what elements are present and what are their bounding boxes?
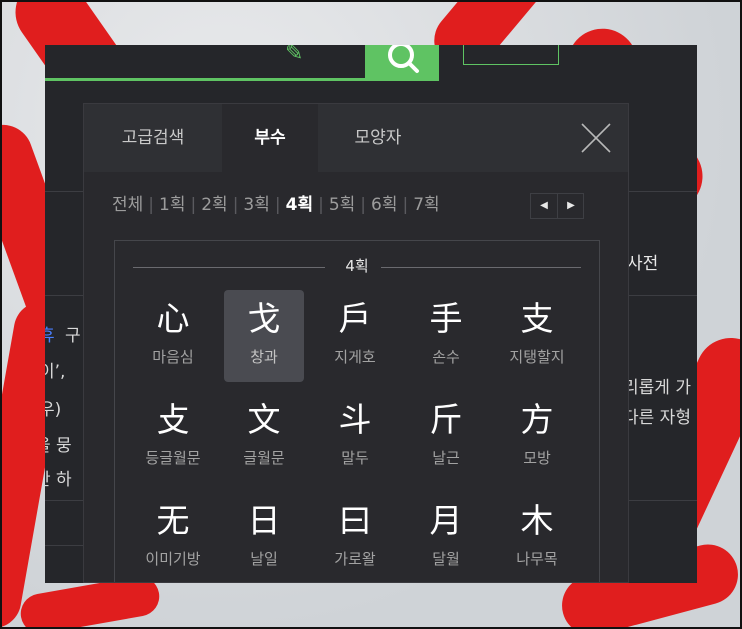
radical-cell[interactable]: 文 글월문 — [224, 391, 304, 483]
radical-name: 지게호 — [334, 348, 376, 366]
radical-character: 文 — [247, 400, 281, 439]
dictionary-label: 사전 — [627, 254, 659, 274]
radical-name: 나무목 — [516, 550, 558, 568]
radical-name: 손수 — [432, 348, 460, 366]
stroke-filter-4[interactable]: 4획 — [286, 195, 313, 215]
section-divider — [381, 267, 581, 268]
radical-cell[interactable]: 月 달월 — [406, 492, 486, 582]
radical-search-popup: 고급검색 부수 모양자 전체 | 1획 | 2획 | 3획 | 4획 | 5획 | 6획 | 7획 ◀ ▶ … — [83, 103, 629, 583]
section-label: 4획 — [345, 257, 369, 275]
radical-name: 말두 — [341, 449, 369, 467]
bg-text-fragment: 리롭게 가 — [623, 378, 691, 398]
radical-name: 글월문 — [243, 449, 285, 467]
radical-name: 마음심 — [152, 348, 194, 366]
radical-cell[interactable]: 支 지탱할지 — [497, 290, 577, 382]
radical-character: 木 — [520, 501, 554, 540]
radical-character: 攴 — [156, 400, 190, 439]
radical-cell[interactable]: 戶 지게호 — [315, 290, 395, 382]
bg-text-fragment: 휴 — [45, 326, 55, 346]
radical-name: 창과 — [250, 348, 278, 366]
radical-character: 戈 — [247, 299, 281, 338]
radical-character: 曰 — [338, 501, 372, 540]
radical-character: 无 — [156, 501, 190, 540]
stroke-filter-2[interactable]: 2획 — [201, 195, 227, 215]
stroke-pager: ◀ ▶ — [530, 193, 584, 219]
stroke-filter-1[interactable]: 1획 — [159, 195, 185, 215]
radical-name: 날근 — [432, 449, 460, 467]
bg-text-fragment: 우) — [45, 400, 62, 420]
stroke-filter-3[interactable]: 3획 — [243, 195, 269, 215]
stroke-filter-7[interactable]: 7획 — [413, 195, 439, 215]
radical-character: 方 — [520, 400, 554, 439]
radical-cell[interactable]: 方 모방 — [497, 391, 577, 483]
radical-cell[interactable]: 斤 날근 — [406, 391, 486, 483]
radical-character: 斗 — [338, 400, 372, 439]
radical-cell[interactable]: 心 마음심 — [133, 290, 213, 382]
stroke-filter-6[interactable]: 6획 — [371, 195, 397, 215]
radical-cell[interactable]: 攴 등글월문 — [133, 391, 213, 483]
radical-cell[interactable]: 木 나무목 — [497, 492, 577, 582]
radical-cell[interactable]: 曰 가로왈 — [315, 492, 395, 582]
radical-cell[interactable]: 日 날일 — [224, 492, 304, 582]
radical-grid: 4획 心 마음심 戈 창과 戶 지게호 手 손수 支 지탱할지 攴 등글월문 文 글월문 斗 말두 斤 날근 方 모방… — [114, 240, 600, 582]
radical-name: 이미기방 — [145, 550, 201, 568]
stroke-filter-all[interactable]: 전체 — [112, 195, 143, 215]
bg-text-fragment: 이’, — [45, 362, 66, 382]
stroke-count-filter: 전체 | 1획 | 2획 | 3획 | 4획 | 5획 | 6획 | 7획 — [112, 195, 440, 215]
bg-text-fragment: 다른 자형 — [623, 408, 691, 428]
popup-tabs: 고급검색 부수 모양자 — [84, 104, 628, 172]
radical-cell[interactable]: 戈 창과 — [224, 290, 304, 382]
search-button[interactable] — [365, 45, 439, 81]
tab-radical[interactable]: 부수 — [222, 104, 318, 172]
radical-cell[interactable]: 手 손수 — [406, 290, 486, 382]
radical-name: 가로왈 — [334, 550, 376, 568]
tab-advanced-search[interactable]: 고급검색 — [84, 104, 222, 172]
radical-cell[interactable]: 无 이미기방 — [133, 492, 213, 582]
radical-name: 달월 — [432, 550, 460, 568]
prev-arrow-icon[interactable]: ◀ — [531, 194, 558, 218]
radical-name: 지탱할지 — [509, 348, 565, 366]
radical-character: 心 — [156, 299, 190, 338]
advanced-search-link[interactable] — [463, 45, 559, 65]
radical-name: 날일 — [250, 550, 278, 568]
radical-character: 日 — [247, 501, 281, 540]
divider — [45, 545, 85, 546]
radical-character: 戶 — [338, 299, 372, 338]
radical-cell[interactable]: 斗 말두 — [315, 391, 395, 483]
radical-character: 支 — [520, 299, 554, 338]
handwriting-icon[interactable]: ✎ — [285, 45, 303, 66]
bg-text-fragment: 을 뭉 — [45, 436, 72, 456]
next-arrow-icon[interactable]: ▶ — [558, 194, 584, 218]
radical-name: 등글월문 — [145, 449, 201, 467]
radical-character: 斤 — [429, 400, 463, 439]
tab-shape-character[interactable]: 모양자 — [318, 104, 438, 172]
stroke-filter-5[interactable]: 5획 — [329, 195, 355, 215]
search-icon — [388, 45, 419, 73]
search-input-underline — [45, 78, 365, 81]
radical-name: 모방 — [523, 449, 551, 467]
close-icon[interactable] — [580, 122, 612, 154]
radical-character: 月 — [429, 501, 463, 540]
bg-text-fragment: 만 하 — [45, 470, 72, 490]
bg-text-fragment: 구 — [65, 326, 81, 346]
radical-character: 手 — [429, 299, 463, 338]
